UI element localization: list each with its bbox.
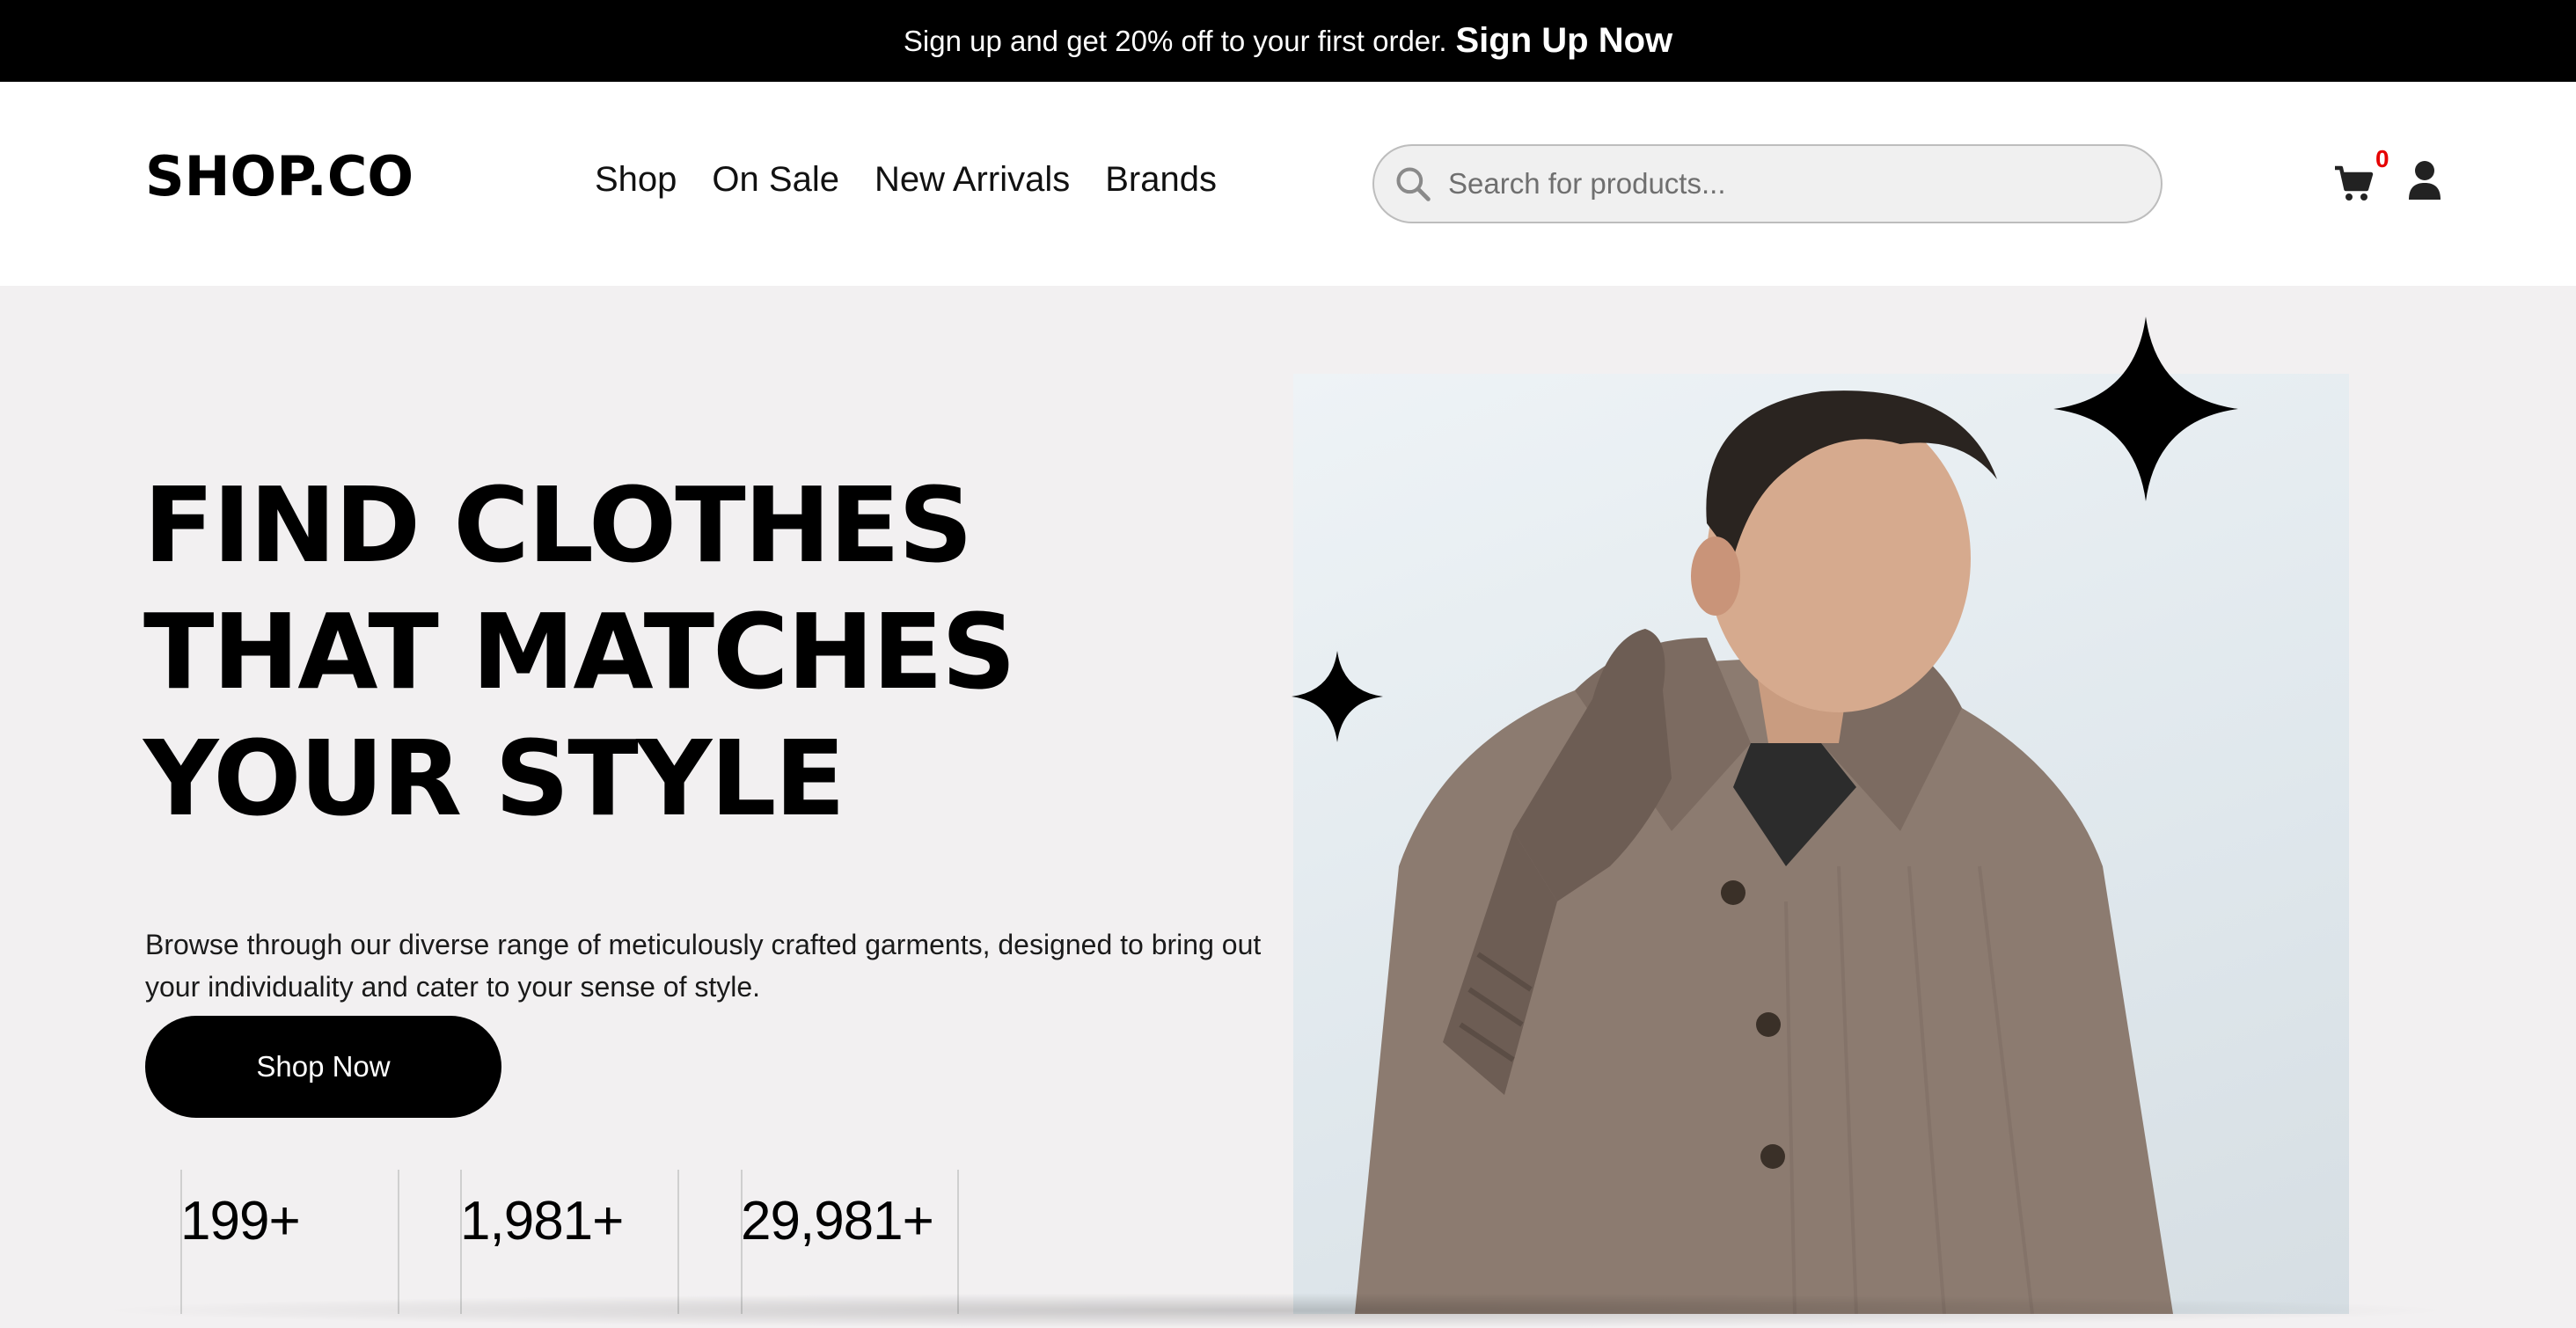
user-icon[interactable] [2407, 159, 2442, 201]
nav-new-arrivals[interactable]: New Arrivals [875, 159, 1070, 200]
logo[interactable]: SHOP.CO [145, 145, 413, 208]
promo-bar: Sign up and get 20% off to your first or… [0, 0, 2576, 82]
hero-image [1293, 374, 2349, 1314]
man-in-sweater-illustration [1355, 390, 2173, 1314]
search-bar[interactable] [1372, 144, 2163, 223]
sparkle-icon [2053, 317, 2238, 501]
search-icon[interactable] [1394, 164, 1432, 203]
cart-count-badge: 0 [2375, 145, 2389, 172]
bottom-shadow [88, 1293, 2463, 1328]
stat-brands-count: 199+ [180, 1191, 301, 1251]
main-nav: Shop On Sale New Arrivals Brands [595, 159, 1217, 200]
sparkle-icon [1292, 651, 1383, 742]
search-input[interactable] [1446, 166, 2136, 201]
hero-description: Browse through our diverse range of meti… [145, 929, 1262, 1003]
sign-up-link[interactable]: Sign Up Now [1455, 21, 1672, 61]
shop-now-button[interactable]: Shop Now [145, 1016, 501, 1118]
promo-text: Sign up and get 20% off to your first or… [903, 24, 1447, 57]
nav-on-sale[interactable]: On Sale [712, 159, 839, 200]
stat-products-count: 1,981+ [460, 1191, 624, 1251]
cart-icon[interactable] [2333, 163, 2375, 205]
headline-line: FIND CLOTHES [143, 464, 973, 586]
hero-headline: FIND CLOTHES THAT MATCHES YOUR STYLE [143, 462, 1287, 842]
headline-line: THAT MATCHES [143, 591, 1016, 712]
nav-shop[interactable]: Shop [595, 159, 677, 200]
header: SHOP.CO Shop On Sale New Arrivals Brands… [0, 82, 2576, 286]
nav-brands[interactable]: Brands [1105, 159, 1217, 200]
headline-line: YOUR STYLE [143, 718, 845, 839]
stat-customers-count: 29,981+ [741, 1191, 934, 1251]
